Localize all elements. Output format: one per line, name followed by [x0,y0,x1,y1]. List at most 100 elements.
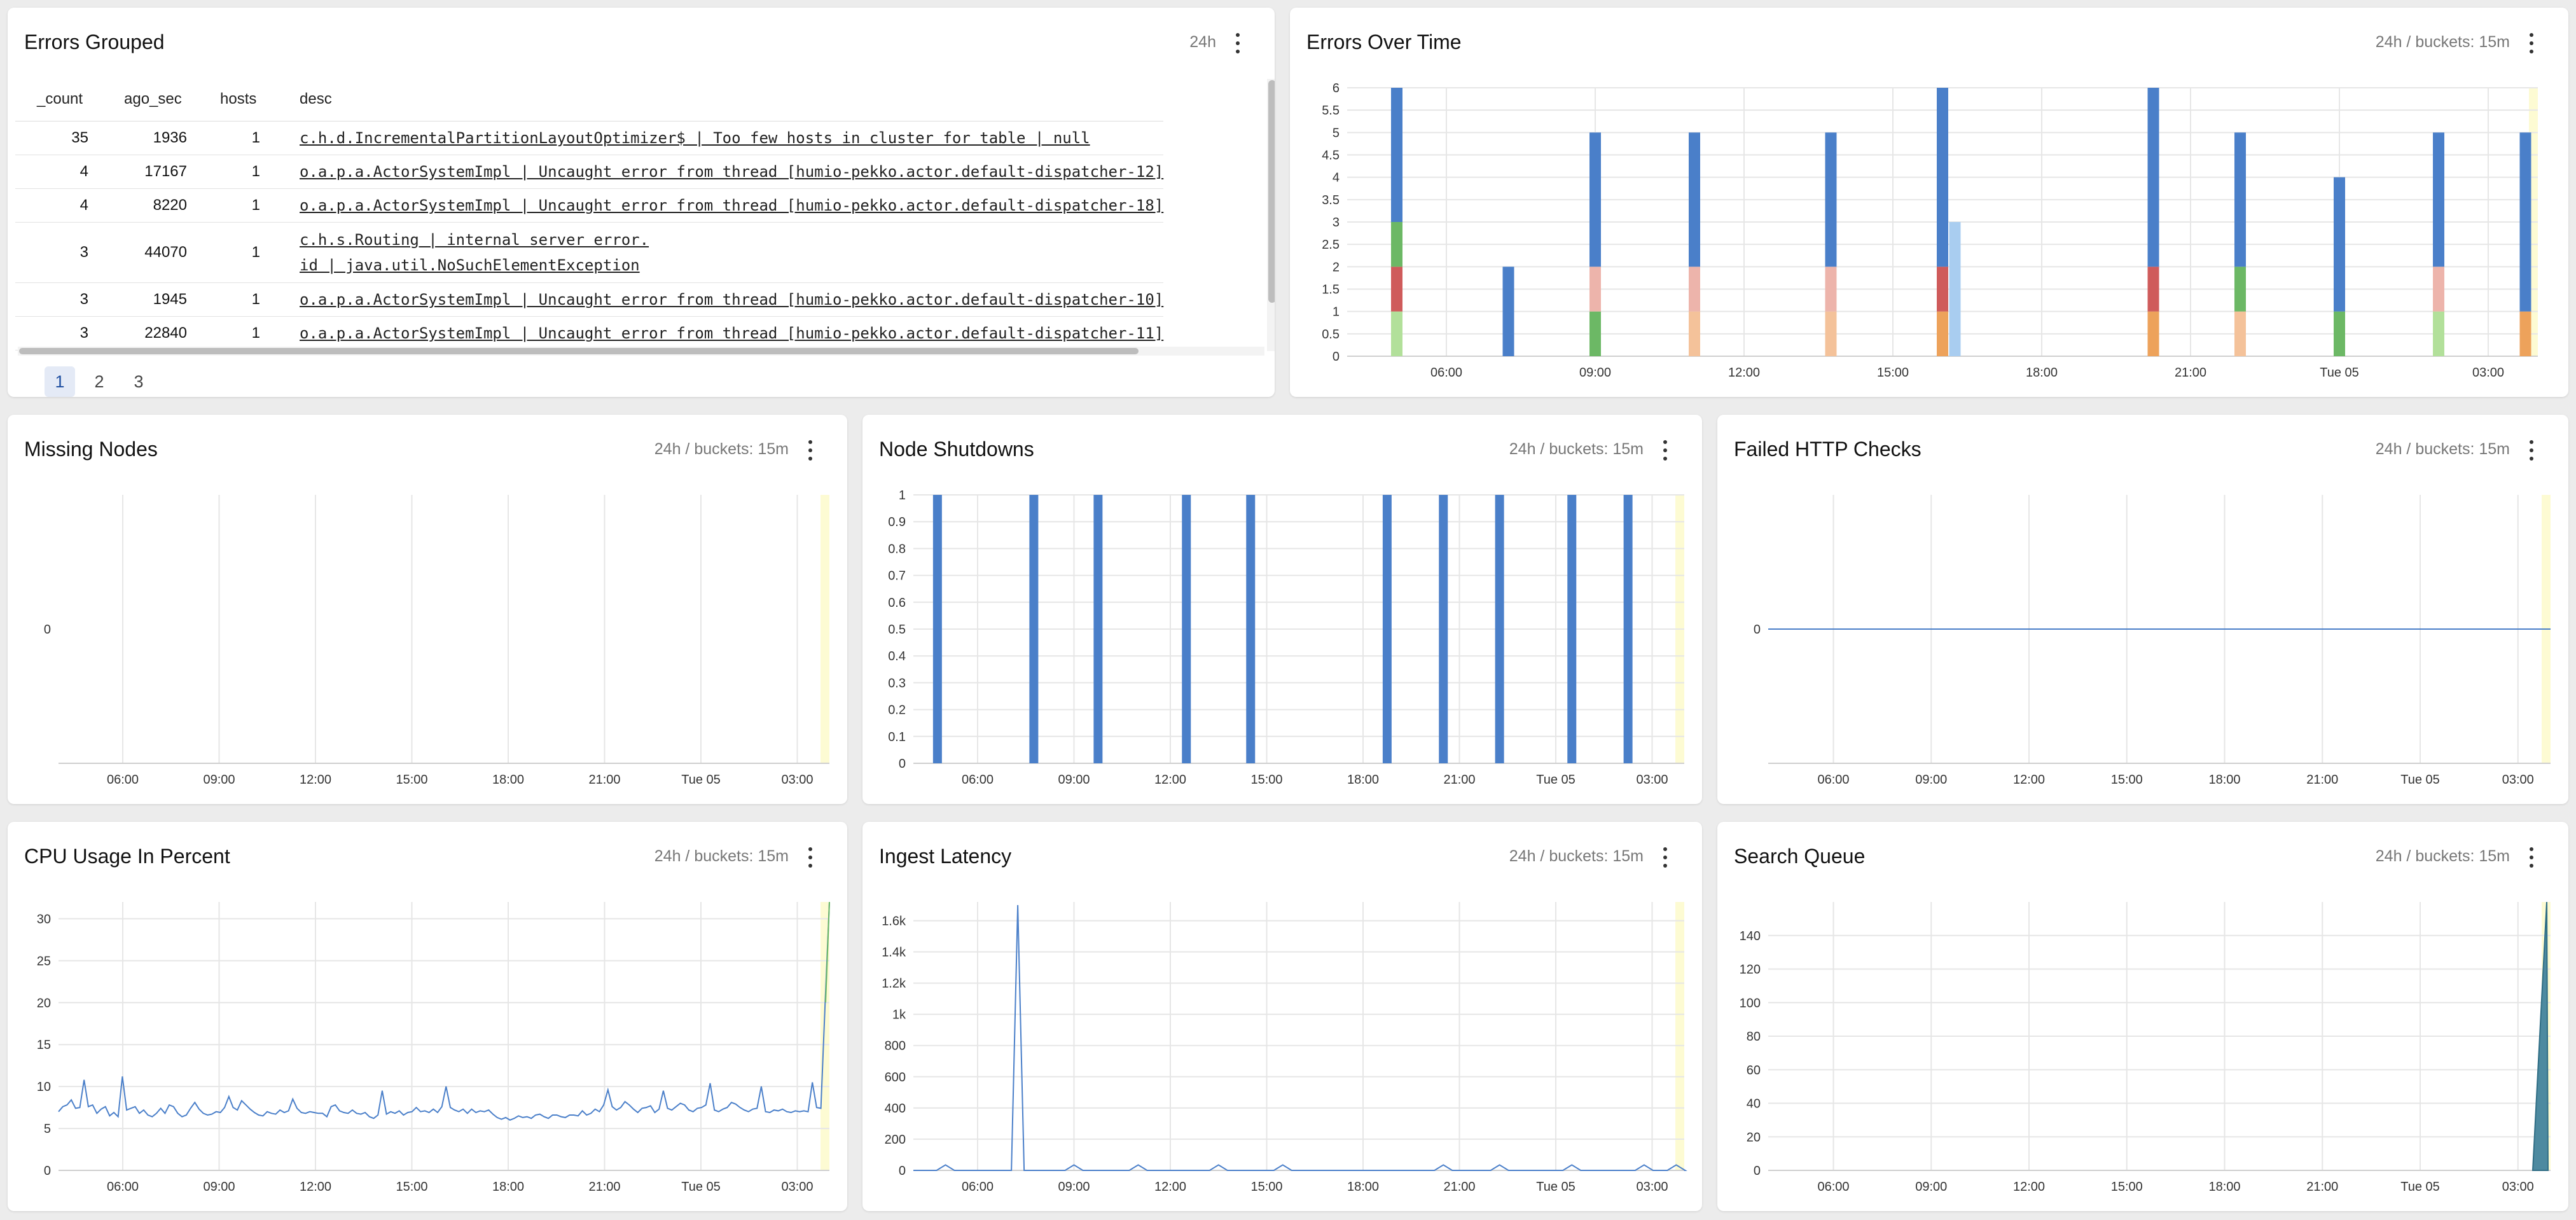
x-tick-label: 15:00 [1877,366,1909,380]
stacked-bar-segment [1689,311,1700,356]
x-tick-label: 18:00 [492,1180,524,1194]
page-button-2[interactable]: 2 [84,366,114,397]
stacked-bar-segment [2519,132,2531,312]
x-tick-label: 12:00 [1154,773,1186,787]
y-tick-label: 0 [899,757,906,771]
y-tick-label: 3 [1333,216,1340,230]
y-tick-label: 0 [44,623,51,637]
now-indicator-band [821,495,829,763]
column-header-hosts[interactable]: hosts [187,78,260,121]
y-tick-label: 15 [37,1038,51,1052]
x-tick-label: Tue 05 [1536,773,1575,787]
panel-missing-nodes: Missing Nodes 24h / buckets: 15m 06:00 09… [8,415,847,804]
y-tick-label: 1k [892,1008,906,1022]
y-tick-label: 10 [37,1080,51,1094]
y-tick-label: 1.6k [882,914,906,928]
panel-node-shutdowns: Node Shutdowns 24h / buckets: 15m 06:00 0… [862,415,1702,804]
failed-http-checks-chart[interactable]: 06:00 09:00 12:00 15:00 18:00 21:00 Tue 05 03:0… [1717,415,2568,804]
y-tick-label: 25 [37,954,51,968]
cell-desc-link[interactable]: o.a.p.a.ActorSystemImpl | Uncaught error… [260,155,1164,189]
stacked-bar-segment [1937,311,1948,356]
y-tick-label: 6 [1333,81,1340,95]
cpu-usage-chart[interactable]: 06:00 09:00 12:00 15:00 18:00 21:00 Tue 05 03:0… [8,822,847,1211]
panel-header: Errors Grouped 24h [8,8,1275,78]
x-tick-label: 03:00 [2502,1180,2534,1194]
x-tick-label: 12:00 [300,1180,331,1194]
y-tick-label: 2 [1333,260,1340,274]
y-tick-label: 3.5 [1322,193,1340,207]
stacked-bar-segment [2147,311,2159,356]
errors-over-time-chart[interactable]: 06:00 09:00 12:00 15:00 18:00 21:00 Tue 05 03:0… [1290,8,2568,397]
bar [1182,495,1191,763]
cell-ago-sec: 22840 [88,316,187,350]
kebab-menu-icon[interactable] [1231,33,1244,53]
x-tick-label: Tue 05 [2320,366,2359,380]
cell-desc-link[interactable]: o.a.p.a.ActorSystemImpl | Uncaught error… [260,316,1164,350]
stacked-bar-segment [2334,311,2345,356]
cell-ago-sec: 17167 [88,155,187,189]
stacked-bar-segment [1689,132,1700,267]
page-button-1[interactable]: 1 [45,366,75,397]
x-tick-label: 12:00 [300,773,331,787]
x-tick-label: Tue 05 [2400,1180,2440,1194]
cell-desc-link[interactable]: o.a.p.a.ActorSystemImpl | Uncaught error… [260,282,1164,317]
table-row[interactable]: 3 44070 1 c.h.s.Routing | internal serve… [15,222,1164,283]
ingest-latency-chart[interactable]: 06:00 09:00 12:00 15:00 18:00 21:00 Tue 05 03:0… [862,822,1702,1211]
scrollbar-thumb[interactable] [19,348,1139,354]
vertical-scrollbar[interactable] [1267,79,1275,351]
bar [932,495,942,763]
stacked-bar-segment [1825,311,1837,356]
cell-desc-link[interactable]: c.h.s.Routing | internal server error. i… [260,222,1164,283]
stacked-bar-segment [1391,222,1402,267]
table-row[interactable]: 4 17167 1 o.a.p.a.ActorSystemImpl | Unca… [15,155,1164,189]
y-tick-label: 0.8 [888,542,906,556]
node-shutdowns-chart[interactable]: 06:00 09:00 12:00 15:00 18:00 21:00 Tue 05 03:0… [862,415,1702,804]
horizontal-scrollbar[interactable] [18,347,1264,356]
stacked-bar-segment [1949,222,1961,356]
bar [1246,495,1256,763]
table-row[interactable]: 3 22840 1 o.a.p.a.ActorSystemImpl | Unca… [15,316,1164,350]
table-row[interactable]: 35 1936 1 c.h.d.IncrementalPartitionLayo… [15,121,1164,155]
y-tick-label: 4.5 [1322,149,1340,163]
table-row[interactable]: 4 8220 1 o.a.p.a.ActorSystemImpl | Uncau… [15,188,1164,223]
x-tick-label: 03:00 [2502,773,2534,787]
table-row[interactable]: 3 1945 1 o.a.p.a.ActorSystemImpl | Uncau… [15,282,1164,317]
stacked-bar-segment [2234,267,2246,312]
column-header-desc[interactable]: desc [260,78,1164,121]
y-tick-label: 600 [885,1071,906,1085]
cell-ago-sec: 1936 [88,121,187,155]
column-header-ago-sec[interactable]: ago_sec [88,78,187,121]
search-queue-chart[interactable]: 06:00 09:00 12:00 15:00 18:00 21:00 Tue 05 03:0… [1717,822,2568,1211]
cell-desc-link[interactable]: o.a.p.a.ActorSystemImpl | Uncaught error… [260,188,1164,223]
y-tick-label: 2.5 [1322,238,1340,252]
y-tick-label: 120 [1740,963,1761,977]
missing-nodes-chart[interactable]: 06:00 09:00 12:00 15:00 18:00 21:00 Tue 05 03:0… [8,415,847,804]
x-tick-label: 06:00 [962,773,994,787]
desc-line: id | java.util.NoSuchElementException [300,256,640,274]
stacked-bar-segment [2433,132,2444,267]
x-tick-label: 09:00 [1579,366,1611,380]
bar [1623,495,1633,763]
y-tick-label: 0.1 [888,730,906,744]
x-tick-label: 03:00 [781,773,813,787]
x-tick-label: 03:00 [2472,366,2504,380]
cell-ago-sec: 8220 [88,188,187,223]
stacked-bar-segment [2147,88,2159,267]
scrollbar-thumb[interactable] [1268,80,1275,303]
stacked-bar-segment [2234,311,2246,356]
y-tick-label: 1.5 [1322,283,1340,297]
page-button-3[interactable]: 3 [123,366,154,397]
y-tick-label: 0.3 [888,676,906,690]
column-header-count[interactable]: _count [15,78,88,121]
cell-hosts: 1 [187,188,260,223]
stacked-bar-segment [1589,132,1601,267]
stacked-bar-segment [1391,267,1402,312]
x-tick-label: 09:00 [1915,773,1947,787]
cell-desc-link[interactable]: c.h.d.IncrementalPartitionLayoutOptimize… [260,121,1164,155]
pagination: 1 2 3 [45,366,154,397]
x-tick-label: 21:00 [1443,773,1475,787]
y-tick-label: 20 [1747,1130,1761,1144]
bar [1029,495,1039,763]
x-tick-label: 06:00 [962,1180,994,1194]
cell-count: 3 [15,222,88,283]
